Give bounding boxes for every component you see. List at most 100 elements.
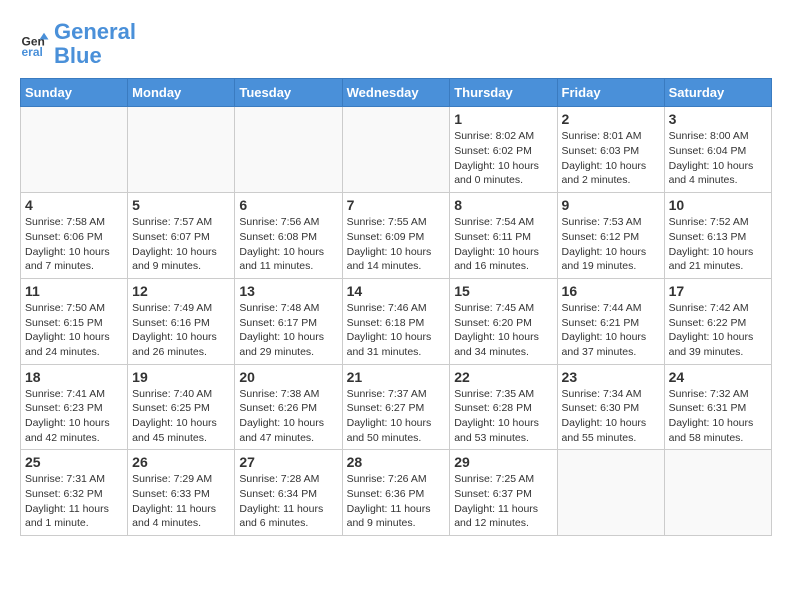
day-info: Sunrise: 7:54 AMSunset: 6:11 PMDaylight:… [454, 215, 552, 274]
calendar-cell [128, 107, 235, 193]
calendar-cell: 7Sunrise: 7:55 AMSunset: 6:09 PMDaylight… [342, 193, 450, 279]
day-info: Sunrise: 7:57 AMSunset: 6:07 PMDaylight:… [132, 215, 230, 274]
day-number: 24 [669, 369, 767, 385]
calendar-cell: 18Sunrise: 7:41 AMSunset: 6:23 PMDayligh… [21, 364, 128, 450]
calendar-cell: 17 Sunrise: 7:42 AMSunset: 6:22 PMDayligh… [664, 278, 771, 364]
calendar-week-row: 11 Sunrise: 7:50 AMSunset: 6:15 PMDayligh… [21, 278, 772, 364]
day-info: Sunrise: 8:00 AMSunset: 6:04 PMDaylight:… [669, 129, 767, 188]
day-info: Sunrise: 7:55 AMSunset: 6:09 PMDaylight:… [347, 215, 446, 274]
day-info: Sunrise: 7:52 AMSunset: 6:13 PMDaylight:… [669, 215, 767, 274]
weekday-header-thursday: Thursday [450, 79, 557, 107]
logo: Gen eral GeneralBlue [20, 20, 136, 68]
weekday-header-tuesday: Tuesday [235, 79, 342, 107]
calendar-cell [21, 107, 128, 193]
day-info: Sunrise: 7:42 AMSunset: 6:22 PMDaylight:… [669, 301, 767, 360]
day-info: Sunrise: 7:46 AMSunset: 6:18 PMDaylight:… [347, 301, 446, 360]
day-number: 20 [239, 369, 337, 385]
day-number: 29 [454, 454, 552, 470]
day-info: Sunrise: 7:28 AMSunset: 6:34 PMDaylight:… [239, 472, 337, 531]
calendar-cell: 14 Sunrise: 7:46 AMSunset: 6:18 PMDayligh… [342, 278, 450, 364]
day-info: Sunrise: 7:49 AMSunset: 6:16 PMDaylight:… [132, 301, 230, 360]
calendar-cell: 10 Sunrise: 7:52 AMSunset: 6:13 PMDayligh… [664, 193, 771, 279]
calendar-cell: 13 Sunrise: 7:48 AMSunset: 6:17 PMDayligh… [235, 278, 342, 364]
calendar-cell: 9Sunrise: 7:53 AMSunset: 6:12 PMDaylight… [557, 193, 664, 279]
day-number: 26 [132, 454, 230, 470]
svg-text:eral: eral [22, 45, 43, 59]
calendar-cell: 29 Sunrise: 7:25 AMSunset: 6:37 PMDayligh… [450, 450, 557, 536]
calendar-cell [664, 450, 771, 536]
day-number: 27 [239, 454, 337, 470]
weekday-header-friday: Friday [557, 79, 664, 107]
weekday-header-row: SundayMondayTuesdayWednesdayThursdayFrid… [21, 79, 772, 107]
day-number: 21 [347, 369, 446, 385]
calendar-cell: 6 Sunrise: 7:56 AMSunset: 6:08 PMDaylight… [235, 193, 342, 279]
calendar-cell [235, 107, 342, 193]
calendar-week-row: 25 Sunrise: 7:31 AMSunset: 6:32 PMDayligh… [21, 450, 772, 536]
day-info: Sunrise: 8:02 AMSunset: 6:02 PMDaylight:… [454, 129, 552, 188]
day-number: 9 [562, 197, 660, 213]
calendar-cell: 15 Sunrise: 7:45 AMSunset: 6:20 PMDayligh… [450, 278, 557, 364]
day-info: Sunrise: 7:48 AMSunset: 6:17 PMDaylight:… [239, 301, 337, 360]
calendar-cell: 27 Sunrise: 7:28 AMSunset: 6:34 PMDayligh… [235, 450, 342, 536]
day-number: 19 [132, 369, 230, 385]
calendar-cell: 16 Sunrise: 7:44 AMSunset: 6:21 PMDayligh… [557, 278, 664, 364]
day-number: 17 [669, 283, 767, 299]
calendar-cell [342, 107, 450, 193]
day-number: 28 [347, 454, 446, 470]
calendar-cell: 2Sunrise: 8:01 AMSunset: 6:03 PMDaylight… [557, 107, 664, 193]
day-info: Sunrise: 7:41 AMSunset: 6:23 PMDaylight:… [25, 387, 123, 446]
day-number: 6 [239, 197, 337, 213]
day-number: 12 [132, 283, 230, 299]
weekday-header-saturday: Saturday [664, 79, 771, 107]
calendar-cell: 24 Sunrise: 7:32 AMSunset: 6:31 PMDayligh… [664, 364, 771, 450]
calendar-cell: 28Sunrise: 7:26 AMSunset: 6:36 PMDayligh… [342, 450, 450, 536]
day-info: Sunrise: 7:40 AMSunset: 6:25 PMDaylight:… [132, 387, 230, 446]
day-number: 10 [669, 197, 767, 213]
day-info: Sunrise: 7:44 AMSunset: 6:21 PMDaylight:… [562, 301, 660, 360]
day-number: 23 [562, 369, 660, 385]
header: Gen eral GeneralBlue [20, 20, 772, 68]
logo-text: GeneralBlue [54, 20, 136, 68]
day-info: Sunrise: 7:31 AMSunset: 6:32 PMDaylight:… [25, 472, 123, 531]
calendar-cell: 1Sunrise: 8:02 AMSunset: 6:02 PMDaylight… [450, 107, 557, 193]
day-info: Sunrise: 7:29 AMSunset: 6:33 PMDaylight:… [132, 472, 230, 531]
day-info: Sunrise: 7:37 AMSunset: 6:27 PMDaylight:… [347, 387, 446, 446]
day-info: Sunrise: 7:56 AMSunset: 6:08 PMDaylight:… [239, 215, 337, 274]
weekday-header-monday: Monday [128, 79, 235, 107]
calendar-cell: 19 Sunrise: 7:40 AMSunset: 6:25 PMDayligh… [128, 364, 235, 450]
calendar-cell: 5 Sunrise: 7:57 AMSunset: 6:07 PMDaylight… [128, 193, 235, 279]
day-number: 8 [454, 197, 552, 213]
weekday-header-sunday: Sunday [21, 79, 128, 107]
day-info: Sunrise: 7:32 AMSunset: 6:31 PMDaylight:… [669, 387, 767, 446]
day-number: 15 [454, 283, 552, 299]
weekday-header-wednesday: Wednesday [342, 79, 450, 107]
calendar-week-row: 1Sunrise: 8:02 AMSunset: 6:02 PMDaylight… [21, 107, 772, 193]
day-number: 14 [347, 283, 446, 299]
calendar-cell: 25 Sunrise: 7:31 AMSunset: 6:32 PMDayligh… [21, 450, 128, 536]
day-number: 25 [25, 454, 123, 470]
day-number: 2 [562, 111, 660, 127]
calendar-cell: 3 Sunrise: 8:00 AMSunset: 6:04 PMDaylight… [664, 107, 771, 193]
calendar-cell: 11 Sunrise: 7:50 AMSunset: 6:15 PMDayligh… [21, 278, 128, 364]
day-number: 13 [239, 283, 337, 299]
day-info: Sunrise: 7:58 AMSunset: 6:06 PMDaylight:… [25, 215, 123, 274]
day-number: 16 [562, 283, 660, 299]
calendar-cell: 12 Sunrise: 7:49 AMSunset: 6:16 PMDayligh… [128, 278, 235, 364]
day-number: 11 [25, 283, 123, 299]
calendar-week-row: 18Sunrise: 7:41 AMSunset: 6:23 PMDayligh… [21, 364, 772, 450]
day-info: Sunrise: 7:45 AMSunset: 6:20 PMDaylight:… [454, 301, 552, 360]
calendar-cell: 4 Sunrise: 7:58 AMSunset: 6:06 PMDaylight… [21, 193, 128, 279]
day-number: 3 [669, 111, 767, 127]
day-info: Sunrise: 7:34 AMSunset: 6:30 PMDaylight:… [562, 387, 660, 446]
day-info: Sunrise: 7:25 AMSunset: 6:37 PMDaylight:… [454, 472, 552, 531]
calendar-cell: 8 Sunrise: 7:54 AMSunset: 6:11 PMDaylight… [450, 193, 557, 279]
calendar-cell: 21 Sunrise: 7:37 AMSunset: 6:27 PMDayligh… [342, 364, 450, 450]
day-number: 22 [454, 369, 552, 385]
day-info: Sunrise: 7:35 AMSunset: 6:28 PMDaylight:… [454, 387, 552, 446]
day-info: Sunrise: 7:50 AMSunset: 6:15 PMDaylight:… [25, 301, 123, 360]
day-number: 4 [25, 197, 123, 213]
day-info: Sunrise: 7:38 AMSunset: 6:26 PMDaylight:… [239, 387, 337, 446]
calendar-cell [557, 450, 664, 536]
calendar-cell: 23 Sunrise: 7:34 AMSunset: 6:30 PMDayligh… [557, 364, 664, 450]
day-number: 5 [132, 197, 230, 213]
